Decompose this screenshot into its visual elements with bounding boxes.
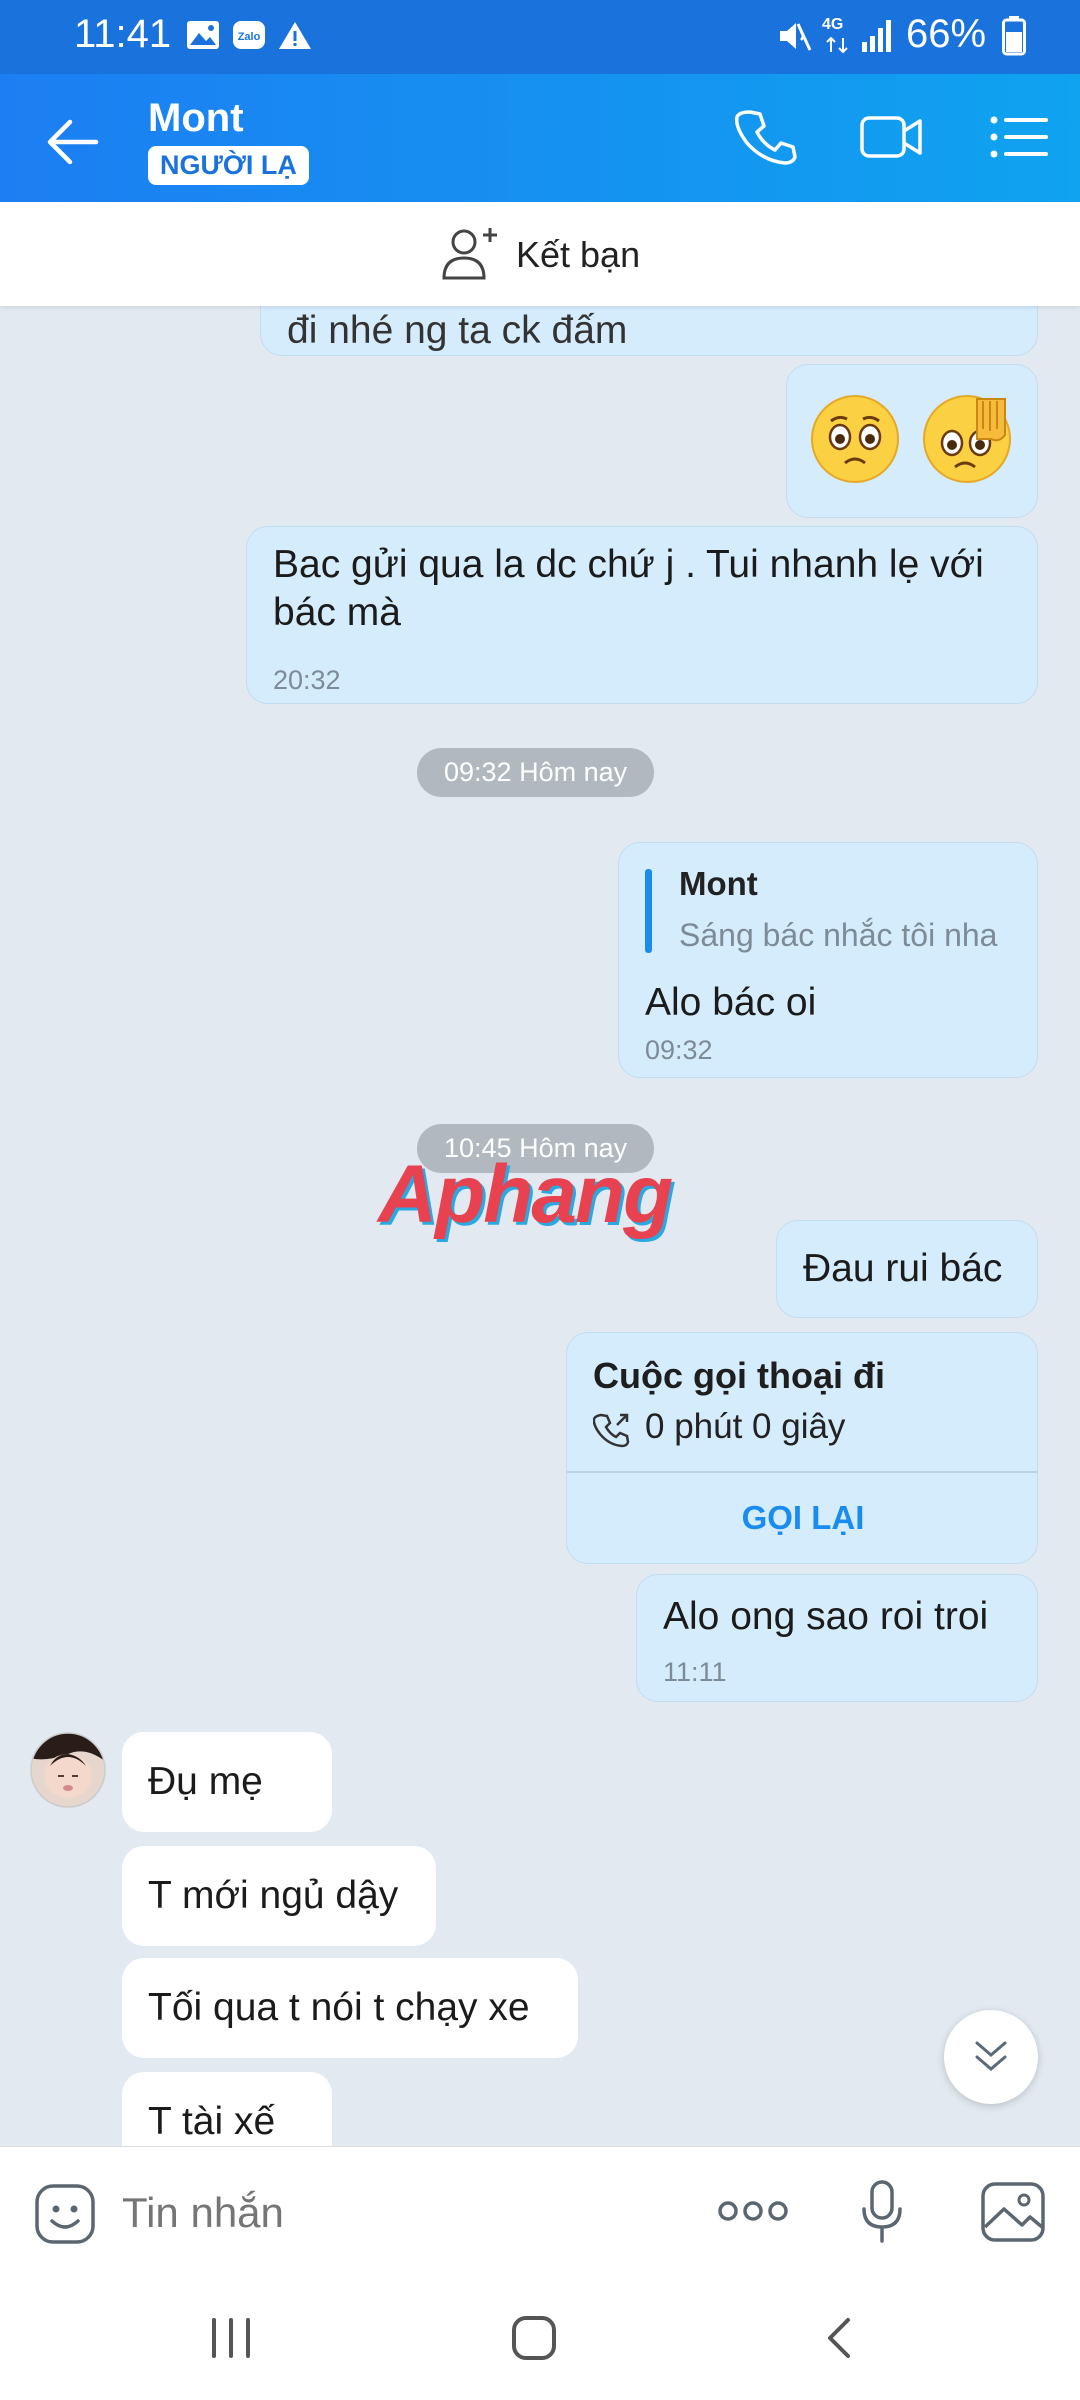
pleading-face-emoji-icon xyxy=(811,395,899,483)
message-input[interactable] xyxy=(120,2177,684,2249)
battery-percent: 66% xyxy=(906,12,987,56)
zalo-notification-icon: Zalo xyxy=(233,21,265,49)
call-duration: 0 phút 0 giây xyxy=(645,1407,846,1446)
call-again-button[interactable]: GỌI LẠI xyxy=(567,1499,1037,1537)
svg-text:Zalo: Zalo xyxy=(238,31,261,43)
stranger-badge: NGƯỜI LẠ xyxy=(148,146,309,185)
contact-name[interactable]: Mont xyxy=(148,96,244,141)
gallery-notification-icon xyxy=(187,21,219,49)
message-text: Tối qua t nói t chạy xe xyxy=(148,1986,530,2029)
message-bubble-outgoing[interactable]: Đau rui bác xyxy=(776,1220,1038,1318)
add-friend-label: Kết bạn xyxy=(516,234,641,275)
chat-messages[interactable]: đi nhé ng ta ck đấm Bac gửi qua la dc ch… xyxy=(0,306,1080,2146)
data-arrows-icon xyxy=(826,36,848,54)
outgoing-call-card[interactable]: Cuộc gọi thoại đi 0 phút 0 giây GỌI LẠI xyxy=(566,1332,1038,1564)
message-bubble-incoming[interactable]: Đụ mẹ xyxy=(122,1732,332,1832)
home-icon[interactable] xyxy=(510,2314,558,2362)
more-options-icon[interactable] xyxy=(716,2197,790,2225)
message-bubble-outgoing[interactable]: Bac gửi qua la dc chứ j . Tui nhanh lẹ v… xyxy=(246,526,1038,704)
message-bubble-outgoing[interactable]: Alo ong sao roi troi 11:11 xyxy=(636,1574,1038,1702)
microphone-icon[interactable] xyxy=(860,2179,904,2245)
quoted-text: Sáng bác nhắc tôi nha xyxy=(679,917,998,953)
message-text: Đụ mẹ xyxy=(148,1760,263,1803)
watermark: Aphang xyxy=(378,1149,673,1240)
signal-icon xyxy=(862,20,891,52)
quoted-sender: Mont xyxy=(679,865,758,902)
message-text: Đau rui bác xyxy=(803,1247,1003,1290)
quote-bar xyxy=(645,869,652,953)
back-nav-icon[interactable] xyxy=(818,2314,858,2362)
message-time: 09:32 xyxy=(645,1035,713,1065)
contact-avatar[interactable] xyxy=(30,1732,106,1808)
chat-header: Mont NGƯỜI LẠ xyxy=(0,74,1080,202)
date-separator: 09:32 Hôm nay xyxy=(417,748,655,797)
call-title: Cuộc gọi thoại đi xyxy=(593,1355,885,1396)
divider xyxy=(567,1471,1037,1473)
add-friend-icon xyxy=(442,228,497,280)
back-arrow-icon[interactable] xyxy=(40,110,104,174)
message-bubble-outgoing[interactable]: đi nhé ng ta ck đấm xyxy=(260,306,1038,356)
message-bubble-reply[interactable]: Mont Sáng bác nhắc tôi nha Alo bác oi 09… xyxy=(618,842,1038,1078)
status-time: 11:41 xyxy=(74,12,172,56)
message-time: 20:32 xyxy=(273,665,341,695)
message-bubble-incoming[interactable]: Tối qua t nói t chạy xe xyxy=(122,1958,578,2058)
system-navigation-bar xyxy=(0,2276,1080,2400)
recent-apps-icon[interactable] xyxy=(208,2316,254,2360)
network-type: 4G xyxy=(822,16,844,33)
image-gallery-icon[interactable] xyxy=(980,2181,1046,2243)
pleading-face-hand-emoji-icon xyxy=(923,395,1011,483)
message-bubble-incoming[interactable]: T mới ngủ dậy xyxy=(122,1846,436,1946)
message-text: Alo bác oi xyxy=(645,981,817,1024)
message-bubble-emoji[interactable] xyxy=(786,364,1038,518)
message-text: T mới ngủ dậy xyxy=(148,1874,399,1917)
message-text: T tài xế xyxy=(148,2100,276,2143)
outgoing-call-icon xyxy=(593,1413,630,1448)
message-time: 11:11 xyxy=(663,1657,727,1687)
message-text: Alo ong sao roi troi xyxy=(663,1595,989,1638)
double-chevron-down-icon xyxy=(975,2041,1007,2071)
status-bar: 11:41 Zalo 4G 66% xyxy=(0,0,1080,74)
menu-list-icon[interactable] xyxy=(986,104,1052,170)
message-input-bar xyxy=(0,2146,1080,2277)
video-call-icon[interactable] xyxy=(858,104,924,170)
mute-icon xyxy=(780,23,812,51)
message-text: Bac gửi qua la dc chứ j . Tui nhanh lẹ v… xyxy=(273,543,984,634)
message-bubble-incoming[interactable]: T tài xế xyxy=(122,2072,332,2146)
warning-icon xyxy=(279,22,311,49)
battery-icon xyxy=(1002,16,1026,56)
add-friend-bar[interactable]: Kết bạn xyxy=(0,202,1080,306)
scroll-to-bottom-button[interactable] xyxy=(944,2010,1038,2104)
message-text: đi nhé ng ta ck đấm xyxy=(287,309,628,352)
sticker-emoji-icon[interactable] xyxy=(34,2183,96,2245)
voice-call-icon[interactable] xyxy=(734,104,800,170)
